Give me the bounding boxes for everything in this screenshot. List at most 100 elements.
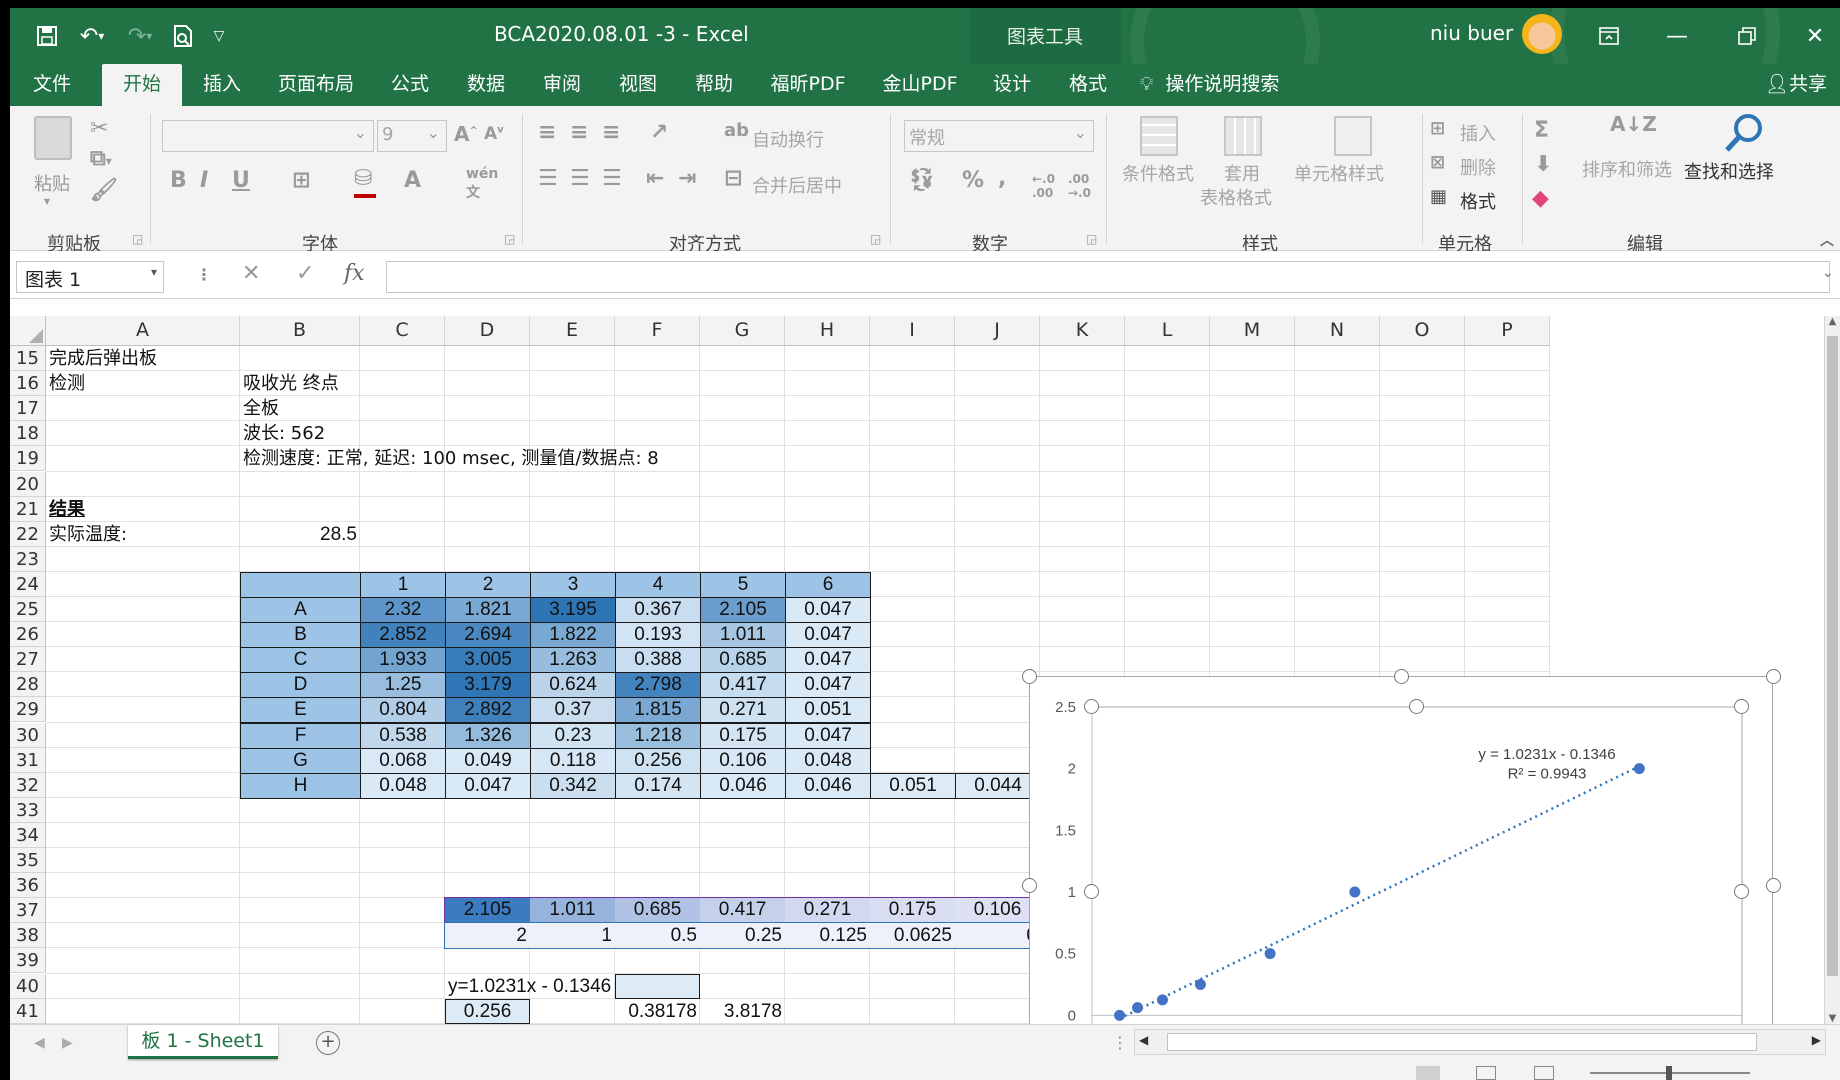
col-header-C[interactable]: C <box>360 316 445 346</box>
customize-qat-icon[interactable]: ▽ <box>206 20 232 52</box>
resize-handle[interactable] <box>1409 699 1424 714</box>
insert-function-icon[interactable]: fx <box>344 261 365 286</box>
paste-button[interactable]: 粘贴 ▾ <box>24 112 80 222</box>
row-header-22[interactable]: 22 <box>10 521 46 547</box>
col-header-G[interactable]: G <box>700 316 785 346</box>
tab-home[interactable]: 开始 <box>102 64 182 106</box>
expand-formula-icon[interactable]: ⌄ <box>1822 265 1834 281</box>
page-layout-view-icon[interactable] <box>1476 1066 1496 1080</box>
user-name[interactable]: niu buer <box>1430 21 1513 45</box>
row-header-30[interactable]: 30 <box>10 722 46 748</box>
ribbon-display-icon[interactable] <box>1594 20 1624 52</box>
row-header-27[interactable]: 27 <box>10 647 46 673</box>
dialog-launcher-icon[interactable]: ◲ <box>870 232 881 246</box>
row-header-29[interactable]: 29 <box>10 697 46 723</box>
row-header-15[interactable]: 15 <box>10 346 46 372</box>
resize-handle[interactable] <box>1394 669 1409 684</box>
row-header-24[interactable]: 24 <box>10 571 46 597</box>
dialog-launcher-icon[interactable]: ◲ <box>504 232 515 246</box>
col-header-O[interactable]: O <box>1380 316 1465 346</box>
close-icon[interactable]: ✕ <box>1800 20 1830 52</box>
col-header-K[interactable]: K <box>1040 316 1125 346</box>
tab-review[interactable]: 审阅 <box>532 64 592 106</box>
prev-sheet-icon[interactable]: ◀ <box>34 1035 45 1051</box>
add-sheet-icon[interactable]: + <box>316 1031 340 1055</box>
resize-handle[interactable] <box>1766 878 1781 893</box>
col-header-J[interactable]: J <box>955 316 1040 346</box>
row-header-37[interactable]: 37 <box>10 898 46 924</box>
name-box[interactable]: 图表 1 ▾ <box>16 261 164 293</box>
col-header-H[interactable]: H <box>785 316 870 346</box>
col-header-A[interactable]: A <box>46 316 240 346</box>
select-all-corner[interactable] <box>10 316 46 346</box>
scroll-up-icon[interactable]: ▲ <box>1825 316 1840 327</box>
sheet-tab-active[interactable]: 板 1 - Sheet1 <box>128 1025 278 1059</box>
resize-handle[interactable] <box>1084 884 1099 899</box>
col-header-L[interactable]: L <box>1125 316 1210 346</box>
row-header-28[interactable]: 28 <box>10 672 46 698</box>
tab-foxit-pdf[interactable]: 福昕PDF <box>760 64 856 106</box>
h-scroll-thumb[interactable] <box>1167 1033 1757 1051</box>
undo-icon[interactable]: ↶ ▾ <box>72 20 112 52</box>
resize-handle[interactable] <box>1022 878 1037 893</box>
row-header-25[interactable]: 25 <box>10 597 46 623</box>
row-header-33[interactable]: 33 <box>10 797 46 823</box>
find-select-button[interactable]: 查找和选择 <box>1680 110 1810 220</box>
tab-chart-design[interactable]: 设计 <box>982 64 1042 106</box>
row-header-18[interactable]: 18 <box>10 421 46 447</box>
col-header-E[interactable]: E <box>530 316 615 346</box>
row-header-32[interactable]: 32 <box>10 772 46 798</box>
tab-splitter-icon[interactable]: ⋮ <box>1112 1033 1128 1052</box>
col-header-P[interactable]: P <box>1465 316 1550 346</box>
save-icon[interactable] <box>34 20 60 52</box>
share-button[interactable]: 👤︎共享 <box>1758 64 1834 106</box>
row-header-20[interactable]: 20 <box>10 471 46 497</box>
col-header-N[interactable]: N <box>1295 316 1380 346</box>
tab-file[interactable]: 文件 <box>24 64 80 106</box>
row-header-38[interactable]: 38 <box>10 923 46 949</box>
horizontal-scrollbar[interactable]: ◀ ▶ <box>1134 1029 1826 1055</box>
restore-icon[interactable] <box>1732 20 1762 52</box>
normal-view-icon[interactable] <box>1416 1066 1440 1080</box>
col-header-B[interactable]: B <box>240 316 360 346</box>
tab-page-layout[interactable]: 页面布局 <box>266 64 366 106</box>
col-header-D[interactable]: D <box>445 316 530 346</box>
row-header-19[interactable]: 19 <box>10 446 46 472</box>
tab-wps-pdf[interactable]: 金山PDF <box>872 64 968 106</box>
row-header-17[interactable]: 17 <box>10 396 46 422</box>
worksheet-grid[interactable]: ABCDEFGHIJKLMNOP 15 16 17 18 19 20 21 22 23 24 25 2… <box>10 316 1816 1024</box>
next-sheet-icon[interactable]: ▶ <box>62 1035 73 1051</box>
tab-data[interactable]: 数据 <box>456 64 516 106</box>
row-header-16[interactable]: 16 <box>10 371 46 397</box>
tab-chart-format[interactable]: 格式 <box>1058 64 1118 106</box>
scroll-left-icon[interactable]: ◀ <box>1139 1033 1148 1047</box>
row-header-23[interactable]: 23 <box>10 546 46 572</box>
zoom-slider[interactable] <box>1590 1066 1750 1080</box>
row-header-36[interactable]: 36 <box>10 873 46 899</box>
row-header-41[interactable]: 41 <box>10 998 46 1024</box>
tab-view[interactable]: 视图 <box>608 64 668 106</box>
resize-handle[interactable] <box>1734 699 1749 714</box>
scroll-thumb[interactable] <box>1827 336 1838 976</box>
row-header-39[interactable]: 39 <box>10 948 46 974</box>
tab-help[interactable]: 帮助 <box>684 64 744 106</box>
tab-insert[interactable]: 插入 <box>192 64 252 106</box>
col-header-F[interactable]: F <box>615 316 700 346</box>
col-header-M[interactable]: M <box>1210 316 1295 346</box>
row-header-31[interactable]: 31 <box>10 747 46 773</box>
print-preview-icon[interactable] <box>168 20 198 52</box>
avatar[interactable] <box>1522 14 1562 54</box>
dialog-launcher-icon[interactable]: ◲ <box>1086 232 1097 246</box>
formula-input[interactable] <box>386 261 1830 293</box>
resize-handle[interactable] <box>1022 669 1037 684</box>
scroll-down-icon[interactable]: ▼ <box>1825 1013 1840 1024</box>
page-break-view-icon[interactable] <box>1534 1066 1554 1080</box>
dialog-launcher-icon[interactable]: ◲ <box>132 232 143 246</box>
tell-me-search[interactable]: 💡︎ 操作说明搜索 <box>1140 64 1310 106</box>
minimize-icon[interactable]: — <box>1662 20 1692 52</box>
row-header-35[interactable]: 35 <box>10 848 46 874</box>
row-header-34[interactable]: 34 <box>10 822 46 848</box>
resize-handle[interactable] <box>1084 699 1099 714</box>
collapse-ribbon-icon[interactable]: ︿ <box>1820 230 1834 250</box>
col-header-I[interactable]: I <box>870 316 955 346</box>
